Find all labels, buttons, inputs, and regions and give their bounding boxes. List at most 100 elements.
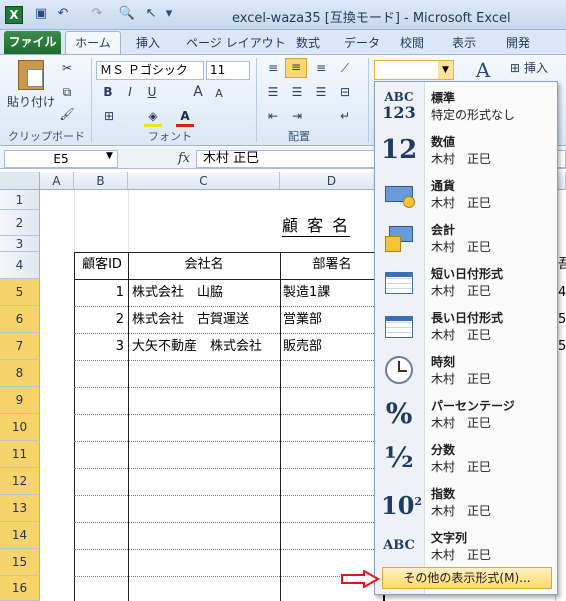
excel-app-icon[interactable]: X: [5, 6, 23, 24]
copy-icon[interactable]: ⧉: [58, 84, 76, 100]
header-cell-id[interactable]: 顧客ID: [76, 254, 128, 276]
align-middle-icon[interactable]: ≡: [285, 58, 307, 78]
paste-button[interactable]: 貼り付け: [6, 94, 56, 110]
more-number-formats-button[interactable]: その他の表示形式(M)...: [382, 567, 552, 589]
format-option-label: 短い日付形式: [431, 267, 504, 281]
row-header[interactable]: 3: [0, 236, 40, 252]
header-cell-dept[interactable]: 部署名: [280, 254, 384, 276]
tab-page-layout[interactable]: ページ レイアウト: [186, 34, 286, 51]
row-header[interactable]: 5: [0, 279, 40, 306]
table-cell-partial[interactable]: 5-: [558, 336, 566, 358]
orientation-icon[interactable]: ⟋: [336, 60, 354, 76]
row-header[interactable]: 8: [0, 360, 40, 387]
pointer-icon[interactable]: ↖: [142, 5, 160, 23]
format-option-general[interactable]: ABC 123 標準 特定の形式なし: [375, 84, 557, 128]
row-header[interactable]: 2: [0, 210, 40, 236]
column-header[interactable]: A: [40, 172, 74, 190]
align-center-icon[interactable]: ☰: [288, 84, 306, 100]
column-header[interactable]: C: [128, 172, 280, 190]
table-cell-dept[interactable]: 製造1課: [283, 282, 330, 304]
font-name-combo[interactable]: ＭＳ Ｐゴシック: [96, 61, 204, 80]
italic-button[interactable]: I: [122, 84, 138, 100]
table-cell-id[interactable]: 3: [76, 336, 124, 358]
merge-center-icon[interactable]: ⊟: [336, 84, 354, 100]
align-bottom-icon[interactable]: ≡: [312, 60, 330, 76]
align-top-icon[interactable]: ≡: [264, 60, 282, 76]
table-cell-partial[interactable]: 4-: [558, 282, 566, 304]
customize-qat-icon[interactable]: ▾: [160, 5, 178, 23]
row-header[interactable]: 7: [0, 333, 40, 360]
select-all-corner[interactable]: [0, 172, 40, 190]
row-header[interactable]: 1: [0, 190, 40, 210]
tab-data[interactable]: データ: [344, 34, 380, 51]
column-header[interactable]: B: [74, 172, 128, 190]
tab-review[interactable]: 校閲: [400, 34, 424, 51]
table-cell-id[interactable]: 1: [76, 282, 124, 304]
tab-home[interactable]: ホーム: [65, 31, 121, 55]
row-header[interactable]: 11: [0, 441, 40, 468]
row-header[interactable]: 10: [0, 414, 40, 441]
format-option-number[interactable]: 12 数値 木村 正巳: [375, 128, 557, 172]
name-box-dropdown-icon[interactable]: ▼: [106, 151, 113, 161]
styles-icon[interactable]: A: [470, 60, 496, 80]
table-cell-company[interactable]: 株式会社 古賀運送: [132, 309, 249, 331]
format-option-time[interactable]: 時刻 木村 正巳: [375, 348, 557, 392]
cut-icon[interactable]: ✂: [58, 60, 76, 76]
row-header[interactable]: 14: [0, 522, 40, 549]
decrease-indent-icon[interactable]: ⇤: [264, 108, 282, 124]
row-header[interactable]: 9: [0, 387, 40, 414]
align-left-icon[interactable]: ☰: [264, 84, 282, 100]
format-option-short-date[interactable]: 短い日付形式 木村 正巳: [375, 260, 557, 304]
table-cell-dept[interactable]: 販売部: [283, 336, 322, 358]
row-header[interactable]: 15: [0, 549, 40, 576]
tab-file[interactable]: ファイル: [4, 31, 61, 54]
insert-cells-icon[interactable]: ⊞: [508, 60, 522, 76]
format-painter-icon[interactable]: 🖌: [58, 106, 76, 122]
font-size-combo[interactable]: 11: [206, 61, 250, 80]
format-option-percentage[interactable]: % パーセンテージ 木村 正巳: [375, 392, 557, 436]
undo-icon[interactable]: ↶: [54, 5, 72, 23]
format-option-long-date[interactable]: 長い日付形式 木村 正巳: [375, 304, 557, 348]
table-cell-company[interactable]: 株式会社 山脇: [132, 282, 223, 304]
row-header[interactable]: 16: [0, 576, 40, 601]
format-option-currency[interactable]: 通貨 木村 正巳: [375, 172, 557, 216]
row-header[interactable]: 4: [0, 252, 40, 279]
row-header[interactable]: 12: [0, 468, 40, 495]
format-option-scientific[interactable]: 102 指数 木村 正巳: [375, 480, 557, 524]
tab-developer[interactable]: 開発: [506, 34, 530, 51]
save-icon[interactable]: ▣: [32, 5, 50, 23]
print-preview-icon[interactable]: 🔍: [118, 5, 136, 23]
table-cell-dept[interactable]: 営業部: [283, 309, 322, 331]
format-option-text[interactable]: ABC 文字列 木村 正巳: [375, 524, 557, 568]
chevron-down-icon[interactable]: ▼: [438, 61, 453, 79]
insert-function-icon[interactable]: fx: [178, 151, 190, 166]
tab-formulas[interactable]: 数式: [296, 34, 320, 51]
bold-button[interactable]: B: [100, 84, 116, 100]
row-header[interactable]: 6: [0, 306, 40, 333]
format-option-sample: 木村 正巳: [431, 196, 492, 210]
insert-cells-button[interactable]: 挿入: [524, 60, 564, 76]
borders-icon[interactable]: ⊞: [100, 108, 118, 124]
header-cell-company[interactable]: 会社名: [128, 254, 280, 276]
underline-button[interactable]: U: [144, 84, 160, 100]
column-header[interactable]: D: [280, 172, 384, 190]
table-cell-partial[interactable]: 5-: [558, 309, 566, 331]
increase-indent-icon[interactable]: ⇥: [288, 108, 306, 124]
grow-font-button[interactable]: A: [190, 84, 206, 100]
header-cell-partial[interactable]: 吾: [558, 254, 566, 276]
align-right-icon[interactable]: ☰: [312, 84, 330, 100]
tab-insert[interactable]: 挿入: [136, 34, 160, 51]
font-color-icon[interactable]: A: [176, 108, 194, 127]
format-option-accounting[interactable]: 会計 木村 正巳: [375, 216, 557, 260]
clipboard-paste-icon[interactable]: [18, 60, 44, 90]
redo-icon[interactable]: ↷: [88, 5, 106, 23]
wrap-text-icon[interactable]: ↵: [336, 108, 354, 124]
table-cell-id[interactable]: 2: [76, 309, 124, 331]
shrink-font-button[interactable]: A: [212, 86, 226, 102]
format-option-fraction[interactable]: ½ 分数 木村 正巳: [375, 436, 557, 480]
fill-color-icon[interactable]: ◈: [144, 108, 162, 127]
table-cell-company[interactable]: 大矢不動産 株式会社: [132, 336, 262, 358]
tab-view[interactable]: 表示: [452, 34, 476, 51]
row-header[interactable]: 13: [0, 495, 40, 522]
name-box[interactable]: E5: [4, 150, 118, 168]
